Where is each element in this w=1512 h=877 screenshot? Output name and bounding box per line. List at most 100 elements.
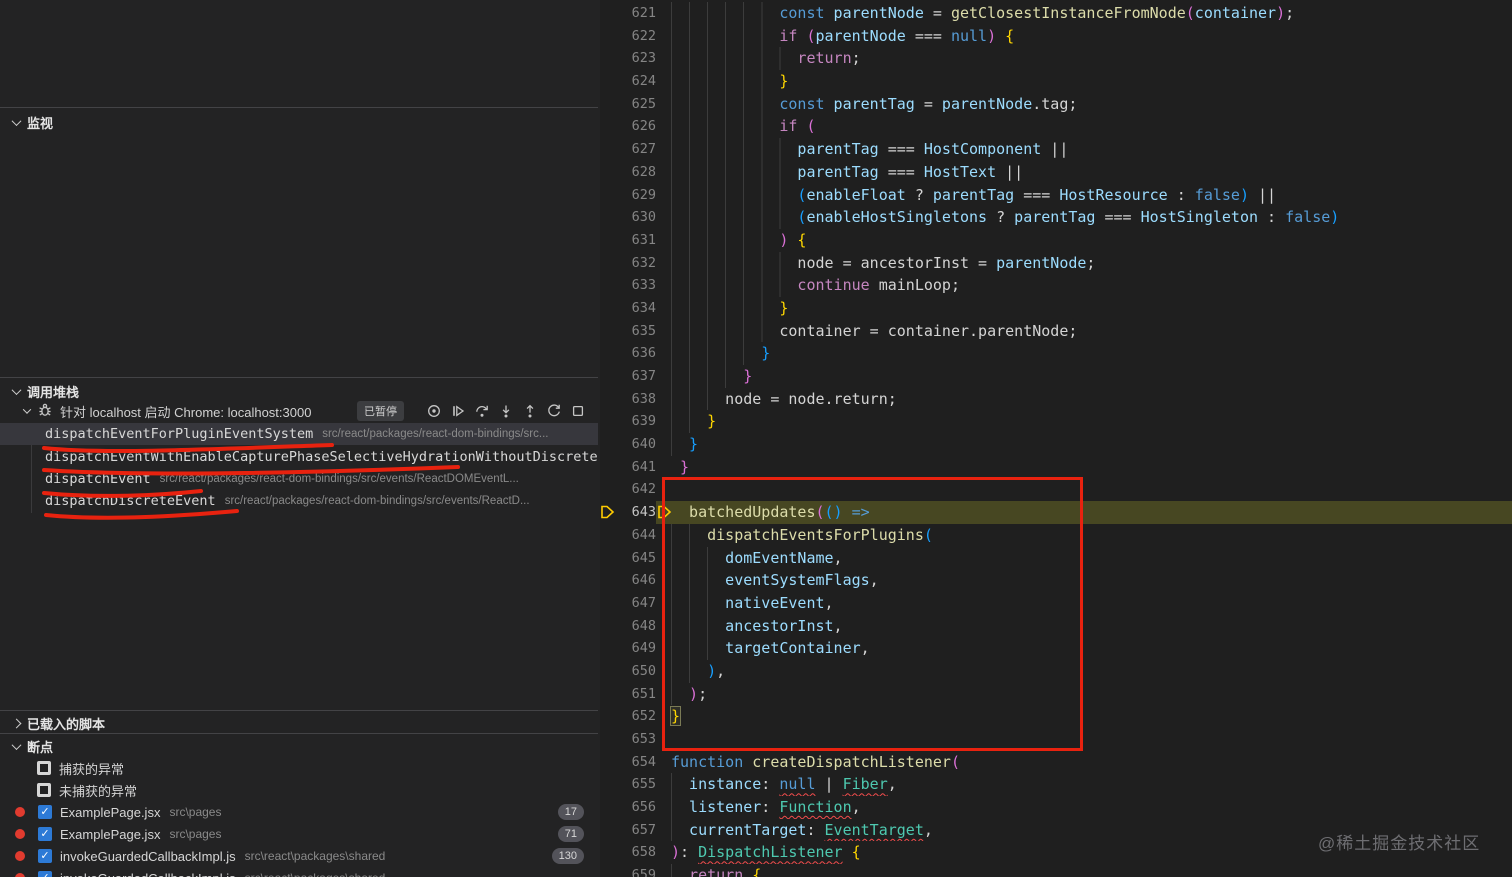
code-line[interactable]: 649 targetContainer, [600, 637, 1512, 660]
glyph-margin[interactable] [600, 47, 622, 70]
code-content[interactable]: parentTag === HostText || [656, 160, 1512, 184]
paused-arrow-icon[interactable] [600, 501, 622, 524]
glyph-margin[interactable] [600, 796, 622, 819]
code-content[interactable]: } [656, 433, 1512, 456]
code-line[interactable]: 628 parentTag === HostText || [600, 160, 1512, 184]
code-editor[interactable]: 621 const parentNode = getClosestInstance… [600, 0, 1512, 877]
glyph-margin[interactable] [600, 751, 622, 774]
glyph-margin[interactable] [600, 592, 622, 615]
code-line[interactable]: 659›return {… [600, 864, 1512, 877]
code-content[interactable]: function createDispatchListener( [656, 751, 1512, 774]
line-number[interactable]: 621 [622, 2, 656, 25]
code-content[interactable]: ›return {… [656, 864, 1512, 877]
step-into-icon[interactable] [497, 403, 514, 420]
restart-icon[interactable] [545, 403, 562, 420]
line-number[interactable]: 652 [622, 705, 656, 728]
exception-breakpoint-row[interactable]: 捕获的异常 [0, 757, 598, 779]
glyph-margin[interactable] [600, 478, 622, 501]
glyph-margin[interactable] [600, 819, 622, 842]
code-content[interactable]: if ( [656, 115, 1512, 139]
line-number[interactable]: 631 [622, 229, 656, 252]
code-content[interactable]: ) { [656, 228, 1512, 252]
glyph-margin[interactable] [600, 864, 622, 877]
code-line[interactable]: 652} [600, 705, 1512, 728]
code-line[interactable]: 648 ancestorInst, [600, 614, 1512, 638]
code-content[interactable]: const parentNode = getClosestInstanceFro… [656, 2, 1512, 25]
code-line[interactable]: 647 nativeEvent, [600, 591, 1512, 615]
code-line[interactable]: 650), [600, 659, 1512, 683]
breakpoint-row[interactable]: ✓ ExamplePage.jsx src\pages 71 [0, 823, 598, 845]
line-number[interactable]: 634 [622, 297, 656, 320]
glyph-margin[interactable] [600, 456, 622, 479]
line-number[interactable]: 626 [622, 115, 656, 138]
section-call-stack[interactable]: 调用堆栈 [0, 380, 598, 402]
code-content[interactable]: domEventName, [656, 546, 1512, 570]
glyph-margin[interactable] [600, 184, 622, 207]
code-content[interactable]: } [656, 705, 1512, 728]
code-line[interactable]: 640} [600, 433, 1512, 456]
line-number[interactable]: 653 [622, 728, 656, 751]
line-number[interactable]: 646 [622, 569, 656, 592]
code-line[interactable]: 634} [600, 296, 1512, 320]
glyph-margin[interactable] [600, 206, 622, 229]
checkbox-unchecked[interactable] [37, 761, 51, 775]
line-number[interactable]: 627 [622, 138, 656, 161]
glyph-margin[interactable] [600, 841, 622, 864]
continue-icon[interactable] [449, 403, 466, 420]
code-content[interactable]: dispatchEventsForPlugins( [656, 523, 1512, 547]
glyph-margin[interactable] [600, 161, 622, 184]
breakpoint-row[interactable]: ✓ invokeGuardedCallbackImpl.js src\react\p… [0, 867, 598, 877]
code-line[interactable]: 630 (enableHostSingletons ? parentTag ===… [600, 206, 1512, 229]
glyph-margin[interactable] [600, 229, 622, 252]
code-line[interactable]: 635 container = container.parentNode; [600, 319, 1512, 343]
code-content[interactable]: ); [656, 682, 1512, 706]
code-content[interactable]: (enableHostSingletons ? parentTag === Ho… [656, 206, 1512, 229]
code-content[interactable]: currentTarget: EventTarget, [656, 818, 1512, 842]
code-content[interactable]: container = container.parentNode; [656, 319, 1512, 343]
glyph-margin[interactable] [600, 637, 622, 660]
circle-dot-icon[interactable] [425, 403, 442, 420]
checkbox-unchecked[interactable] [37, 783, 51, 797]
checkbox-checked[interactable]: ✓ [38, 871, 52, 877]
code-line[interactable]: 627 parentTag === HostComponent || [600, 138, 1512, 161]
exception-breakpoint-row[interactable]: 未捕获的异常 [0, 779, 598, 801]
line-number[interactable]: 640 [622, 433, 656, 456]
glyph-margin[interactable] [600, 252, 622, 275]
line-number[interactable]: 642 [622, 478, 656, 501]
line-number[interactable]: 632 [622, 252, 656, 275]
code-line[interactable]: 655 instance: null | Fiber, [600, 773, 1512, 797]
stop-icon[interactable] [569, 403, 586, 420]
code-content[interactable]: node = node.return; [656, 387, 1512, 411]
line-number[interactable]: 638 [622, 388, 656, 411]
line-number[interactable]: 623 [622, 47, 656, 70]
code-content[interactable]: node = ancestorInst = parentNode; [656, 251, 1512, 275]
line-number[interactable]: 654 [622, 751, 656, 774]
code-line[interactable]: 632 node = ancestorInst = parentNode; [600, 251, 1512, 275]
step-out-icon[interactable] [521, 403, 538, 420]
line-number[interactable]: 644 [622, 524, 656, 547]
code-line[interactable]: 621 const parentNode = getClosestInstance… [600, 2, 1512, 25]
glyph-margin[interactable] [600, 274, 622, 297]
code-content[interactable]: ): DispatchListener { [656, 841, 1512, 864]
code-line[interactable]: 638 node = node.return; [600, 387, 1512, 411]
glyph-margin[interactable] [600, 728, 622, 751]
glyph-margin[interactable] [600, 683, 622, 706]
line-number[interactable]: 622 [622, 25, 656, 48]
code-content[interactable]: parentTag === HostComponent || [656, 138, 1512, 161]
glyph-margin[interactable] [600, 25, 622, 48]
line-number[interactable]: 651 [622, 683, 656, 706]
glyph-margin[interactable] [600, 2, 622, 25]
section-watch[interactable]: 监视 [0, 111, 598, 133]
code-line[interactable]: 631) { [600, 228, 1512, 252]
glyph-margin[interactable] [600, 547, 622, 570]
line-number[interactable]: 650 [622, 660, 656, 683]
code-line[interactable]: 624} [600, 70, 1512, 93]
glyph-margin[interactable] [600, 320, 622, 343]
code-content[interactable]: if (parentNode === null) { [656, 24, 1512, 48]
stack-frame[interactable]: dispatchEventForPluginEventSystem src/rea… [0, 423, 598, 446]
glyph-margin[interactable] [600, 773, 622, 796]
line-number[interactable]: 656 [622, 796, 656, 819]
code-line[interactable]: 637} [600, 365, 1512, 388]
stack-frame[interactable]: dispatchDiscreteEvent src/react/packages/… [0, 490, 598, 512]
code-line[interactable]: 622 if (parentNode === null) { [600, 24, 1512, 48]
